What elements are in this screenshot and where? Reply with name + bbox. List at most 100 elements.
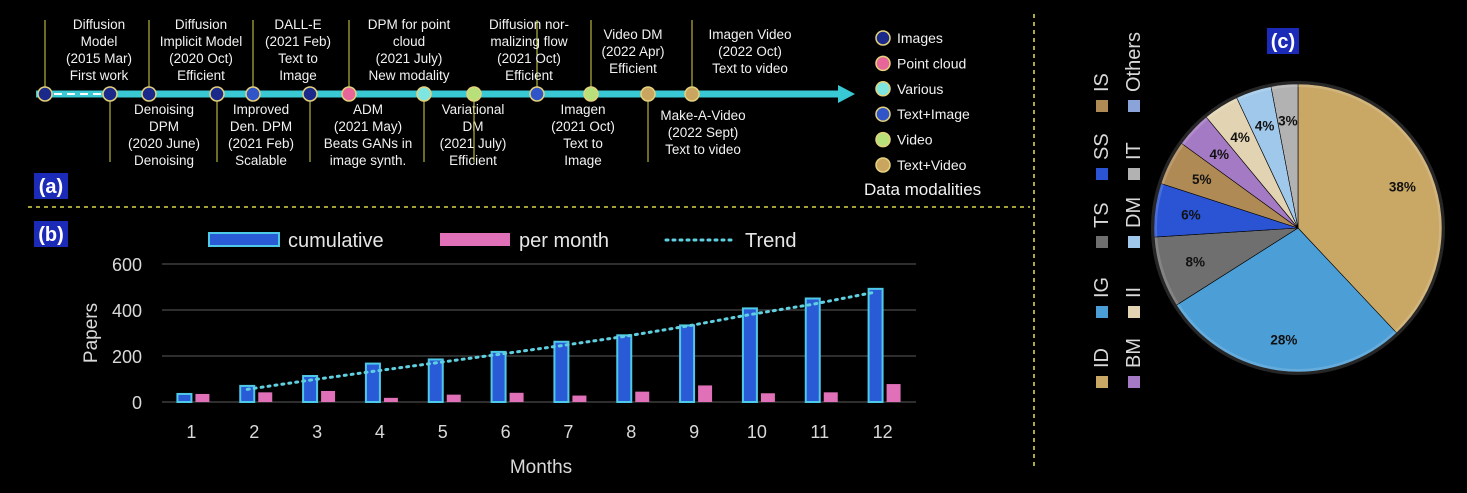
timeline-event-text: Den. DPM xyxy=(230,119,292,134)
pie-slice-label: 28% xyxy=(1270,332,1297,347)
bar-per-month xyxy=(698,385,713,402)
x-tick-label: 5 xyxy=(438,422,448,442)
bar-cumulative xyxy=(364,362,381,403)
pie-slice-label: 38% xyxy=(1389,180,1416,195)
timeline-node xyxy=(640,86,656,102)
pie-legend-label: IS xyxy=(1091,73,1113,92)
svg-text:(b): (b) xyxy=(38,224,64,246)
x-tick-label: 2 xyxy=(249,422,259,442)
timeline: Diffusion Model (2015 Mar) First work Diffus… xyxy=(36,17,855,168)
bar-per-month xyxy=(446,394,461,402)
pie-slice-label: 3% xyxy=(1278,113,1298,128)
pie-legend-swatch xyxy=(1128,236,1140,248)
timeline-node xyxy=(37,86,53,102)
bar-per-month xyxy=(635,391,650,402)
x-tick-label: 1 xyxy=(186,422,196,442)
timeline-event-text: Diffusion xyxy=(73,17,125,32)
bar-per-month xyxy=(321,390,336,402)
pie-legend-swatch xyxy=(1128,306,1140,318)
timeline-event-text: Efficient xyxy=(177,68,225,83)
pie-legend-label: IG xyxy=(1091,277,1113,298)
timeline-event-text: Diffusion xyxy=(175,17,227,32)
legend-label-per-month: per month xyxy=(519,230,609,252)
modality-legend-label: Video xyxy=(897,132,933,148)
pie-legend-label: BM xyxy=(1123,338,1145,368)
timeline-event-text: Make-A-Video xyxy=(660,108,745,123)
figure-svg: (a) (b) (c) Diffusion Model (2015 Mar) Firs… xyxy=(28,14,1445,478)
x-tick-label: 4 xyxy=(375,422,385,442)
timeline-event-text: (2021 July) xyxy=(440,136,507,151)
timeline-event-text: Implicit Model xyxy=(160,34,243,49)
x-tick-label: 11 xyxy=(810,422,829,442)
timeline-event-text: Image xyxy=(564,153,602,168)
timeline-event-text: (2021 May) xyxy=(334,119,402,134)
x-tick-label: 3 xyxy=(312,422,322,442)
timeline-node xyxy=(466,86,482,102)
pie-legend-swatch xyxy=(1096,168,1108,180)
timeline-event-text: Imagen Video xyxy=(708,27,791,42)
timeline-event-text: Text to video xyxy=(665,142,741,157)
timeline-event-text: (2020 June) xyxy=(128,136,200,151)
bar-cumulative xyxy=(553,340,570,403)
panel-label-a: (a) xyxy=(34,173,68,199)
modality-legend-marker xyxy=(875,30,891,46)
timeline-event-text: (2022 Apr) xyxy=(601,44,664,59)
pie-legend: ID IG TS SS IS BM II DM IT Others xyxy=(1091,32,1145,388)
timeline-event-text: Improved xyxy=(233,102,289,117)
timeline-node xyxy=(102,86,118,102)
modality-legend-marker xyxy=(875,106,891,122)
timeline-event-text: Efficient xyxy=(449,153,497,168)
timeline-node xyxy=(209,86,225,102)
y-tick-label: 200 xyxy=(112,347,142,367)
figure: (a) (b) (c) Diffusion Model (2015 Mar) Firs… xyxy=(0,0,1467,488)
timeline-event-text: (2022 Oct) xyxy=(718,44,782,59)
timeline-node xyxy=(583,86,599,102)
timeline-event-text: Video DM xyxy=(603,27,662,42)
modality-legend-marker xyxy=(875,81,891,97)
timeline-event-text: Beats GANs in xyxy=(324,136,413,151)
pie-legend-swatch xyxy=(1096,306,1108,318)
pie-slice-label: 4% xyxy=(1210,147,1230,162)
y-tick-label: 0 xyxy=(132,393,142,413)
pie-legend-label: II xyxy=(1123,287,1145,298)
bar-cumulative xyxy=(867,287,884,403)
bar-per-month xyxy=(572,395,587,402)
bar-per-month xyxy=(886,384,901,402)
x-tick-label: 7 xyxy=(563,422,573,442)
pie-chart: 38%28%8%6%5%4%4%4% 3%IDIGTSSSISBMIIDMITOt… xyxy=(1091,32,1445,388)
timeline-event-text: Model xyxy=(81,34,118,49)
timeline-node xyxy=(245,86,261,102)
y-tick-label: 600 xyxy=(112,255,142,275)
timeline-event-text: DPM for point xyxy=(368,17,451,32)
timeline-event-text: Text to xyxy=(278,51,318,66)
timeline-event-text: DPM xyxy=(149,119,179,134)
timeline-event-text: First work xyxy=(70,68,129,83)
modality-legend-title: Data modalities xyxy=(864,180,981,199)
x-axis-label: Months xyxy=(510,457,572,478)
bar-cumulative xyxy=(490,350,507,403)
bar-per-month xyxy=(760,393,775,402)
timeline-arrow-head xyxy=(838,85,855,103)
timeline-node xyxy=(416,86,432,102)
modality-legend-label: Various xyxy=(897,81,943,97)
bar-per-month xyxy=(195,393,210,402)
pie-legend-swatch xyxy=(1096,100,1108,112)
y-axis-label: Papers xyxy=(81,303,102,363)
timeline-event-text: image synth. xyxy=(330,153,407,168)
y-tick-label: 400 xyxy=(112,301,142,321)
pie-legend-label: SS xyxy=(1091,133,1113,160)
x-tick-label: 6 xyxy=(501,422,511,442)
modality-legend-marker xyxy=(875,131,891,148)
modality-legend-marker xyxy=(875,55,891,72)
pie-legend-swatch xyxy=(1128,168,1140,180)
x-tick-label: 12 xyxy=(873,422,893,442)
modality-legend-label: Text+Image xyxy=(897,106,970,122)
timeline-event-text: (2021 Feb) xyxy=(228,136,294,151)
timeline-event-text: (2021 Oct) xyxy=(551,119,615,134)
bar-cumulative xyxy=(741,307,758,404)
modalities-legend: Images Point cloud Various Text+Image Video T… xyxy=(864,30,981,199)
pie-slice-label: 8% xyxy=(1186,254,1206,269)
timeline-event-text: Variational xyxy=(442,102,505,117)
modality-legend-marker xyxy=(875,157,891,173)
pie-legend-swatch xyxy=(1128,376,1140,388)
